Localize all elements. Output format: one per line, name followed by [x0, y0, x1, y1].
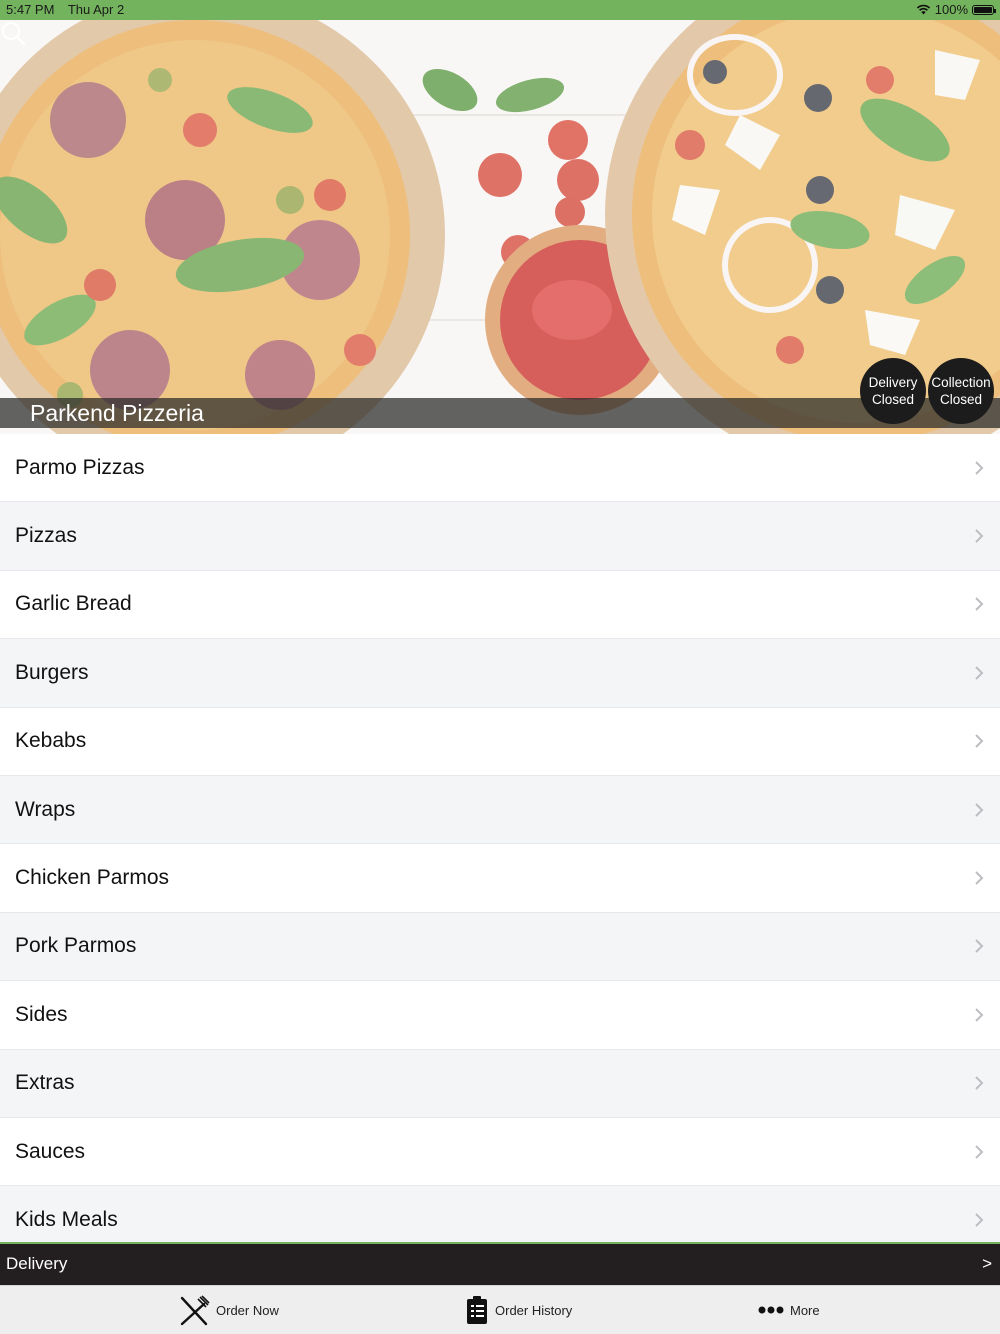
- tab-order-now-label: Order Now: [216, 1302, 279, 1318]
- menu-category-pork-parmos[interactable]: Pork Parmos: [0, 912, 1000, 982]
- delivery-mode-label: Delivery: [6, 1254, 68, 1273]
- tab-order-now[interactable]: Order Now: [178, 1286, 279, 1334]
- menu-category-garlic-bread[interactable]: Garlic Bread: [0, 571, 1000, 640]
- delivery-status-badge: Delivery Closed: [860, 358, 926, 424]
- chevron-right-icon: [975, 1213, 984, 1227]
- more-dots-icon: [758, 1306, 784, 1314]
- status-left: 5:47 PM Thu Apr 2: [6, 2, 134, 17]
- menu-category-label: Burgers: [15, 660, 89, 684]
- bottom-tab-bar: Order Now Order History More: [0, 1285, 1000, 1334]
- menu-category-extras[interactable]: Extras: [0, 1049, 1000, 1118]
- chevron-right-icon: [975, 666, 984, 680]
- chevron-right-icon: [975, 1076, 984, 1090]
- delivery-status-title: Delivery: [868, 375, 918, 390]
- collection-status-badge: Collection Closed: [928, 358, 994, 424]
- delivery-mode-bar[interactable]: Delivery >: [0, 1242, 1000, 1285]
- chevron-right-icon: [975, 802, 984, 817]
- menu-category-label: Parmo Pizzas: [15, 455, 145, 479]
- menu-category-label: Pork Parmos: [15, 934, 137, 958]
- menu-category-chicken-parmos[interactable]: Chicken Parmos: [0, 844, 1000, 913]
- battery-percent: 100%: [934, 2, 968, 17]
- menu-category-label: Pizzas: [15, 524, 77, 548]
- menu-category-sides[interactable]: Sides: [0, 981, 1000, 1050]
- tab-order-history[interactable]: Order History: [465, 1286, 572, 1334]
- status-bar: 5:47 PM Thu Apr 2 100%: [0, 0, 1000, 20]
- menu-category-burgers[interactable]: Burgers: [0, 639, 1000, 708]
- battery-icon: [972, 4, 996, 15]
- menu-category-label: Extras: [15, 1071, 75, 1095]
- collection-status-title: Collection: [931, 375, 991, 390]
- chevron-right-icon: [975, 1144, 984, 1159]
- menu-category-list: Parmo Pizzas Pizzas Garlic Bread Burgers…: [0, 434, 1000, 1244]
- menu-category-sauces[interactable]: Sauces: [0, 1118, 1000, 1187]
- menu-category-parmo-pizzas[interactable]: Parmo Pizzas: [0, 434, 1000, 503]
- hero-veil: [0, 20, 1000, 434]
- menu-category-label: Garlic Bread: [15, 592, 132, 616]
- restaurant-name-band: Parkend Pizzeria: [0, 398, 1000, 428]
- menu-category-label: Chicken Parmos: [15, 866, 170, 890]
- menu-category-label: Wraps: [15, 797, 76, 821]
- status-right: 100%: [916, 2, 996, 17]
- menu-category-pizzas[interactable]: Pizzas: [0, 502, 1000, 571]
- delivery-status-value: Closed: [871, 392, 915, 407]
- clipboard-icon: [467, 1296, 487, 1324]
- chevron-right-icon: [975, 871, 984, 885]
- restaurant-name: Parkend Pizzeria: [30, 400, 204, 426]
- chevron-right-icon: [975, 939, 984, 954]
- fork-knife-icon: [180, 1295, 210, 1326]
- tab-order-history-label: Order History: [495, 1302, 573, 1318]
- menu-category-wraps[interactable]: Wraps: [0, 775, 1000, 845]
- menu-category-kids-meals[interactable]: Kids Meals: [0, 1186, 1000, 1244]
- tab-more[interactable]: More: [758, 1286, 820, 1334]
- menu-category-kebabs[interactable]: Kebabs: [0, 708, 1000, 776]
- chevron-right-icon: [975, 1008, 984, 1022]
- status-date: Thu Apr 2: [67, 2, 125, 17]
- wifi-icon: [916, 4, 930, 15]
- menu-category-label: Sauces: [15, 1139, 86, 1163]
- collection-status-value: Closed: [939, 392, 983, 407]
- search-icon[interactable]: [0, 20, 26, 46]
- chevron-right-icon: [975, 734, 984, 748]
- menu-category-label: Sides: [15, 1002, 68, 1026]
- delivery-mode-arrow: >: [982, 1254, 992, 1273]
- chevron-right-icon: [975, 460, 984, 475]
- menu-category-label: Kids Meals: [15, 1207, 118, 1231]
- menu-category-label: Kebabs: [15, 729, 87, 753]
- hero-banner: Parkend Pizzeria Delivery Closed Collect…: [0, 20, 1000, 434]
- tab-more-label: More: [790, 1302, 820, 1318]
- chevron-right-icon: [975, 529, 984, 543]
- status-time: 5:47 PM: [6, 2, 55, 17]
- chevron-right-icon: [975, 597, 984, 612]
